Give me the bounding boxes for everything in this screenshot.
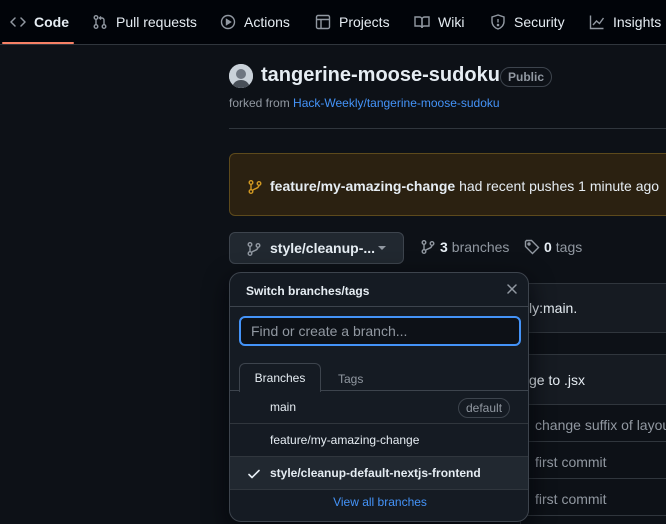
branch-item-feature[interactable]: feature/my-amazing-change: [230, 424, 528, 457]
graph-icon: [589, 14, 605, 30]
branches-count: 3: [440, 239, 448, 255]
git-branch-icon: [420, 239, 436, 255]
repo-title[interactable]: tangerine-moose-sudoku: [261, 64, 500, 87]
branch-item-main[interactable]: main default: [230, 391, 528, 424]
commit-message[interactable]: first commit: [535, 491, 607, 507]
tab-label: Insights: [613, 14, 662, 30]
fork-status-text: ly:main.: [529, 300, 578, 316]
play-icon: [220, 14, 236, 30]
visibility-badge: Public: [500, 67, 553, 87]
table-icon: [315, 14, 331, 30]
forked-from-link[interactable]: Hack-Weekly/tangerine-moose-sudoku: [293, 96, 500, 110]
default-badge: default: [458, 398, 511, 418]
banner-branch-name[interactable]: feature/my-amazing-change: [270, 178, 455, 194]
recent-pushes-banner: feature/my-amazing-change had recent pus…: [229, 153, 666, 216]
branch-switcher-dropdown: Switch branches/tags Branches Tags main …: [229, 272, 529, 522]
divider: [230, 306, 528, 307]
code-icon: [10, 14, 26, 30]
tab-label: Code: [34, 14, 69, 30]
tab-label: Actions: [244, 14, 290, 30]
dropdown-title: Switch branches/tags: [246, 284, 370, 298]
check-icon: [246, 466, 262, 482]
tab-branches[interactable]: Branches: [239, 363, 321, 392]
tab-insights[interactable]: Insights: [589, 0, 661, 44]
divider: [229, 128, 666, 129]
branches-link[interactable]: 3 branches: [420, 239, 509, 255]
tab-pull-requests[interactable]: Pull requests: [92, 0, 197, 44]
branch-name: feature/my-amazing-change: [270, 433, 420, 447]
tab-tags[interactable]: Tags: [338, 372, 363, 386]
tab-wiki[interactable]: Wiki: [414, 0, 464, 44]
latest-commit-message[interactable]: ge to .jsx: [529, 372, 585, 388]
tab-actions[interactable]: Actions: [220, 0, 290, 44]
branch-selector-button[interactable]: style/cleanup-...: [229, 232, 404, 264]
branch-item-style-cleanup[interactable]: style/cleanup-default-nextjs-frontend: [230, 457, 528, 490]
tab-code[interactable]: Code: [10, 0, 69, 44]
tab-security[interactable]: Security: [490, 0, 565, 44]
active-tab-indicator: [2, 42, 74, 44]
tags-label: tags: [555, 239, 583, 255]
repo-nav: Code Pull requests Actions Projects Wiki…: [0, 0, 666, 45]
tab-label: Pull requests: [116, 14, 197, 30]
forked-from: forked from Hack-Weekly/tangerine-moose-…: [229, 96, 500, 110]
current-branch-label: style/cleanup-...: [270, 240, 376, 256]
close-icon[interactable]: [504, 281, 520, 297]
branch-search-input[interactable]: [239, 316, 521, 346]
shield-icon: [490, 14, 506, 30]
forked-prefix: forked from: [229, 96, 290, 110]
tab-label: Security: [514, 14, 565, 30]
tags-count: 0: [544, 239, 552, 255]
tab-label: Projects: [339, 14, 390, 30]
branch-tag-tabs: Branches Tags: [230, 357, 528, 392]
branch-name: style/cleanup-default-nextjs-frontend: [270, 466, 481, 480]
tab-label: Wiki: [438, 14, 465, 30]
caret-down-icon: [378, 246, 386, 250]
branches-label: branches: [451, 239, 510, 255]
banner-text: feature/my-amazing-change had recent pus…: [270, 178, 659, 194]
git-branch-icon: [247, 179, 263, 195]
tab-projects[interactable]: Projects: [315, 0, 390, 44]
book-icon: [414, 14, 430, 30]
owner-avatar[interactable]: [229, 64, 253, 88]
commit-message[interactable]: change suffix of layou: [535, 417, 666, 433]
tag-icon: [524, 239, 540, 255]
branch-name: main: [270, 400, 297, 414]
view-all-branches-link[interactable]: View all branches: [230, 495, 528, 509]
git-pull-request-icon: [92, 14, 108, 30]
banner-message: had recent pushes 1 minute ago: [459, 178, 660, 194]
git-branch-icon: [246, 241, 262, 257]
tags-link[interactable]: 0 tags: [524, 239, 582, 255]
commit-message[interactable]: first commit: [535, 454, 607, 470]
